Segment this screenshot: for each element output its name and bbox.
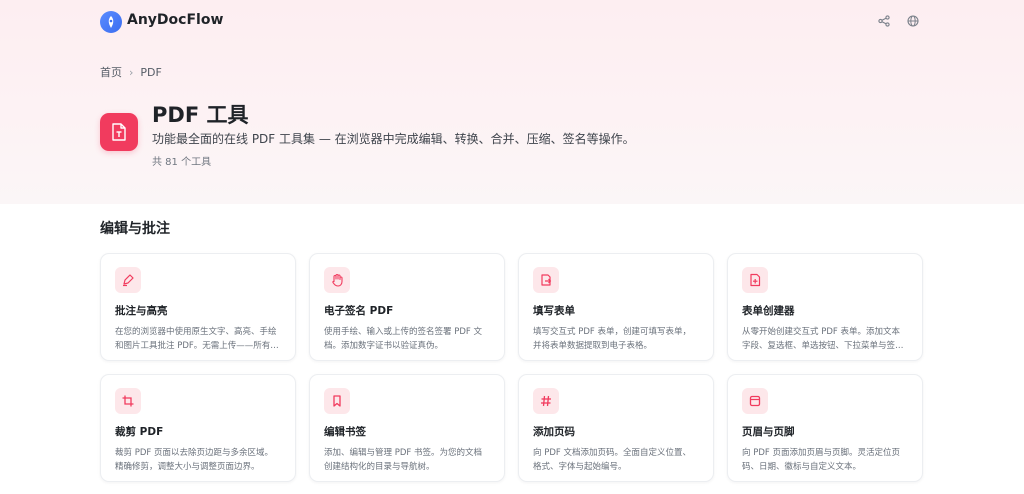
tool-card-esign[interactable]: 电子签名 PDF 使用手绘、输入或上传的签名签署 PDF 文档。添加数字证书以验… [309, 253, 505, 361]
brand-name[interactable]: AnyDocFlow [127, 12, 223, 28]
tool-title: 填写表单 [533, 305, 575, 317]
form-create-icon [742, 267, 768, 293]
page-subtitle: 功能最全面的在线 PDF 工具集 — 在浏览器中完成编辑、转换、合并、压缩、签名… [152, 132, 635, 146]
tool-title: 页眉与页脚 [742, 426, 795, 438]
tool-title: 添加页码 [533, 426, 575, 438]
header-footer-icon [742, 388, 768, 414]
pen-annotate-icon [115, 267, 141, 293]
form-fill-icon [533, 267, 559, 293]
tool-description: 裁剪 PDF 页面以去除页边距与多余区域。精确修剪，调整大小与调整页面边界。 [115, 448, 273, 472]
breadcrumb-home-link[interactable]: 首页 [100, 64, 122, 80]
bookmark-icon [324, 388, 350, 414]
section-title: 编辑与批注 [100, 221, 170, 237]
chevron-right-icon: › [129, 65, 134, 79]
tool-description: 向 PDF 页面添加页眉与页脚。灵活定位页码、日期、徽标与自定义文本。 [742, 448, 900, 472]
tool-description: 从零开始创建交互式 PDF 表单。添加文本字段、复选框、单选按钮、下拉菜单与签名… [742, 327, 904, 351]
brand-logo-icon[interactable] [100, 11, 122, 33]
tool-grid: 批注与高亮 在您的浏览器中使用原生文字、高亮、手绘和图片工具批注 PDF。无需上… [100, 253, 924, 482]
tool-card-crop[interactable]: 裁剪 PDF 裁剪 PDF 页面以去除页边距与多余区域。精确修剪，调整大小与调整… [100, 374, 296, 482]
tool-description: 使用手绘、输入或上传的签名签署 PDF 文档。添加数字证书以验证真伪。 [324, 327, 482, 351]
tool-card-page-numbers[interactable]: 添加页码 向 PDF 文档添加页码。全面自定义位置、格式、字体与起始编号。 [518, 374, 714, 482]
hash-icon [533, 388, 559, 414]
breadcrumb-current: PDF [140, 65, 162, 79]
tool-count: 共 81 个工具 [152, 157, 212, 168]
pdf-text-icon [100, 113, 138, 151]
tool-description: 在您的浏览器中使用原生文字、高亮、手绘和图片工具批注 PDF。无需上传——所有处… [115, 327, 279, 351]
tool-title: 裁剪 PDF [115, 426, 164, 438]
tool-card-form-creator[interactable]: 表单创建器 从零开始创建交互式 PDF 表单。添加文本字段、复选框、单选按钮、下… [727, 253, 923, 361]
page-title: PDF 工具 [152, 103, 249, 127]
share-icon[interactable] [875, 12, 893, 30]
hand-sign-icon [324, 267, 350, 293]
top-navigation-bar: AnyDocFlow [0, 0, 1024, 44]
tool-card-header-footer[interactable]: 页眉与页脚 向 PDF 页面添加页眉与页脚。灵活定位页码、日期、徽标与自定义文本… [727, 374, 923, 482]
globe-icon[interactable] [904, 12, 922, 30]
tool-description: 添加、编辑与管理 PDF 书签。为您的文档创建结构化的目录与导航树。 [324, 448, 482, 472]
tool-title: 批注与高亮 [115, 305, 168, 317]
tool-card-annotate[interactable]: 批注与高亮 在您的浏览器中使用原生文字、高亮、手绘和图片工具批注 PDF。无需上… [100, 253, 296, 361]
tool-title: 编辑书签 [324, 426, 366, 438]
tool-title: 电子签名 PDF [324, 305, 394, 317]
tool-description: 向 PDF 文档添加页码。全面自定义位置、格式、字体与起始编号。 [533, 448, 691, 472]
breadcrumb: 首页 › PDF [100, 64, 162, 80]
tool-title: 表单创建器 [742, 305, 795, 317]
tool-card-fill-form[interactable]: 填写表单 填写交互式 PDF 表单，创建可填写表单，并将表单数据提取到电子表格。 [518, 253, 714, 361]
crop-icon [115, 388, 141, 414]
tool-card-bookmarks[interactable]: 编辑书签 添加、编辑与管理 PDF 书签。为您的文档创建结构化的目录与导航树。 [309, 374, 505, 482]
tool-description: 填写交互式 PDF 表单，创建可填写表单，并将表单数据提取到电子表格。 [533, 327, 691, 351]
